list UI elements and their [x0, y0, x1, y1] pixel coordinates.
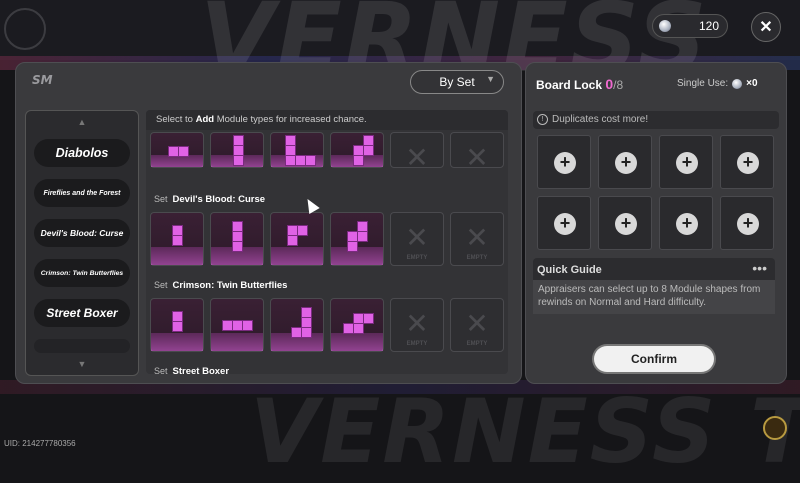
empty-slot: ✕ EMPTY — [450, 298, 504, 352]
duplicates-notice: ! Duplicates cost more! — [533, 111, 779, 129]
board-slot-5[interactable]: + — [537, 196, 591, 250]
empty-label: EMPTY — [466, 341, 488, 347]
plus-icon: + — [615, 152, 637, 174]
panel-logo: SM — [32, 73, 53, 87]
uid-text: UID: 214277780356 — [4, 439, 76, 448]
empty-slot: ✕ EMPTY — [390, 212, 444, 266]
board-lock-label: Board Lock — [536, 78, 606, 92]
module-shape-9[interactable] — [150, 298, 204, 352]
board-lock-max: /8 — [613, 78, 624, 92]
set-title-crimson: Set Crimson: Twin Butterflies — [154, 280, 287, 291]
set-prefix: Set — [154, 280, 168, 290]
board-slot-4[interactable]: + — [720, 135, 774, 189]
set-title-street-boxer: Set Street Boxer — [154, 366, 229, 374]
board-slot-6[interactable]: + — [598, 196, 652, 250]
sidebar-item-devils-blood[interactable]: Devil's Blood: Curse — [34, 219, 130, 247]
module-shape-2[interactable] — [210, 132, 264, 168]
module-shape-7[interactable] — [270, 212, 324, 266]
confirm-button[interactable]: Confirm — [594, 346, 714, 372]
scroll-up-icon[interactable]: ▲ — [26, 117, 138, 127]
set-title-devils-blood: Set Devil's Blood: Curse — [154, 194, 265, 205]
empty-slot: ✕ EMPTY — [390, 298, 444, 352]
set-sidebar[interactable]: ▲ Diabolos Fireflies and the Forest Devi… — [25, 110, 139, 376]
board-slot-3[interactable]: + — [659, 135, 713, 189]
sidebar-item-fireflies[interactable]: Fireflies and the Forest — [34, 179, 130, 207]
board-lock-current: 0 — [605, 76, 614, 92]
coin-icon — [659, 20, 671, 32]
plus-icon: + — [737, 213, 759, 235]
board-slot-7[interactable]: + — [659, 196, 713, 250]
sidebar-item-partial[interactable] — [34, 339, 130, 353]
single-use-indicator: Single Use: ×0 — [677, 78, 758, 89]
module-shape-10[interactable] — [210, 298, 264, 352]
set-prefix: Set — [154, 194, 168, 204]
duplicates-text: Duplicates cost more! — [552, 114, 649, 125]
set-name: Street Boxer — [172, 366, 230, 374]
module-shape-5[interactable] — [150, 212, 204, 266]
game-emblem-icon — [763, 416, 787, 440]
quick-guide-text: Appraisers can select up to 8 Module sha… — [533, 280, 775, 314]
hint-text-bold: Add — [195, 114, 215, 125]
module-grid: Select to Add Module types for increased… — [146, 110, 508, 374]
quick-guide-title: Quick Guide — [537, 264, 602, 276]
board-slot-8[interactable]: + — [720, 196, 774, 250]
hint-text-prefix: Select to — [156, 114, 196, 125]
plus-icon: + — [615, 213, 637, 235]
grid-hint: Select to Add Module types for increased… — [146, 110, 508, 130]
quick-guide: Quick Guide ••• Appraisers can select up… — [533, 258, 775, 314]
board-slot-2[interactable]: + — [598, 135, 652, 189]
empty-label: EMPTY — [406, 341, 428, 347]
module-shape-4[interactable] — [330, 132, 384, 168]
single-use-count: ×0 — [746, 78, 758, 89]
empty-label: EMPTY — [406, 255, 428, 261]
empty-slot: ✕ EMPTY — [450, 212, 504, 266]
sort-dropdown-label: By Set — [439, 75, 475, 89]
chevron-down-icon: ▼ — [486, 74, 495, 84]
plus-icon: + — [737, 152, 759, 174]
module-shape-12[interactable] — [330, 298, 384, 352]
more-icon[interactable]: ••• — [752, 260, 767, 276]
empty-slot: ✕ — [450, 132, 504, 173]
hint-text-suffix: Module types for increased chance. — [214, 114, 367, 125]
currency-display: 120 — [652, 14, 728, 38]
sidebar-item-diabolos[interactable]: Diabolos — [34, 139, 130, 167]
module-shape-3[interactable] — [270, 132, 324, 168]
plus-icon: + — [676, 213, 698, 235]
close-button[interactable]: ✕ — [751, 12, 781, 42]
plus-icon: + — [676, 152, 698, 174]
module-shape-1[interactable] — [150, 132, 204, 168]
module-shape-11[interactable] — [270, 298, 324, 352]
plus-icon: + — [554, 213, 576, 235]
module-shape-8[interactable] — [330, 212, 384, 266]
info-icon: ! — [537, 113, 548, 125]
board-slot-1[interactable]: + — [537, 135, 591, 189]
sort-dropdown[interactable]: By Set ▼ — [410, 70, 504, 94]
single-use-label: Single Use: — [677, 78, 729, 89]
board-lock-title: Board Lock 0/8 — [536, 76, 623, 92]
empty-slot: ✕ — [390, 132, 444, 173]
set-name: Devil's Blood: Curse — [172, 194, 266, 205]
sidebar-item-crimson[interactable]: Crimson: Twin Butterflies — [34, 259, 130, 287]
coin-icon — [732, 78, 743, 89]
scroll-down-icon[interactable]: ▼ — [26, 359, 138, 369]
set-name: Crimson: Twin Butterflies — [172, 280, 288, 291]
quick-guide-header: Quick Guide ••• — [533, 258, 775, 280]
sidebar-item-street-boxer[interactable]: Street Boxer — [34, 299, 130, 327]
empty-label: EMPTY — [466, 255, 488, 261]
plus-icon: + — [554, 152, 576, 174]
set-prefix: Set — [154, 366, 168, 374]
bg-word-bottom: VERNESS TO EVE — [250, 380, 800, 483]
game-logo-icon — [4, 8, 46, 50]
currency-value: 120 — [698, 19, 719, 33]
module-shape-6[interactable] — [210, 212, 264, 266]
